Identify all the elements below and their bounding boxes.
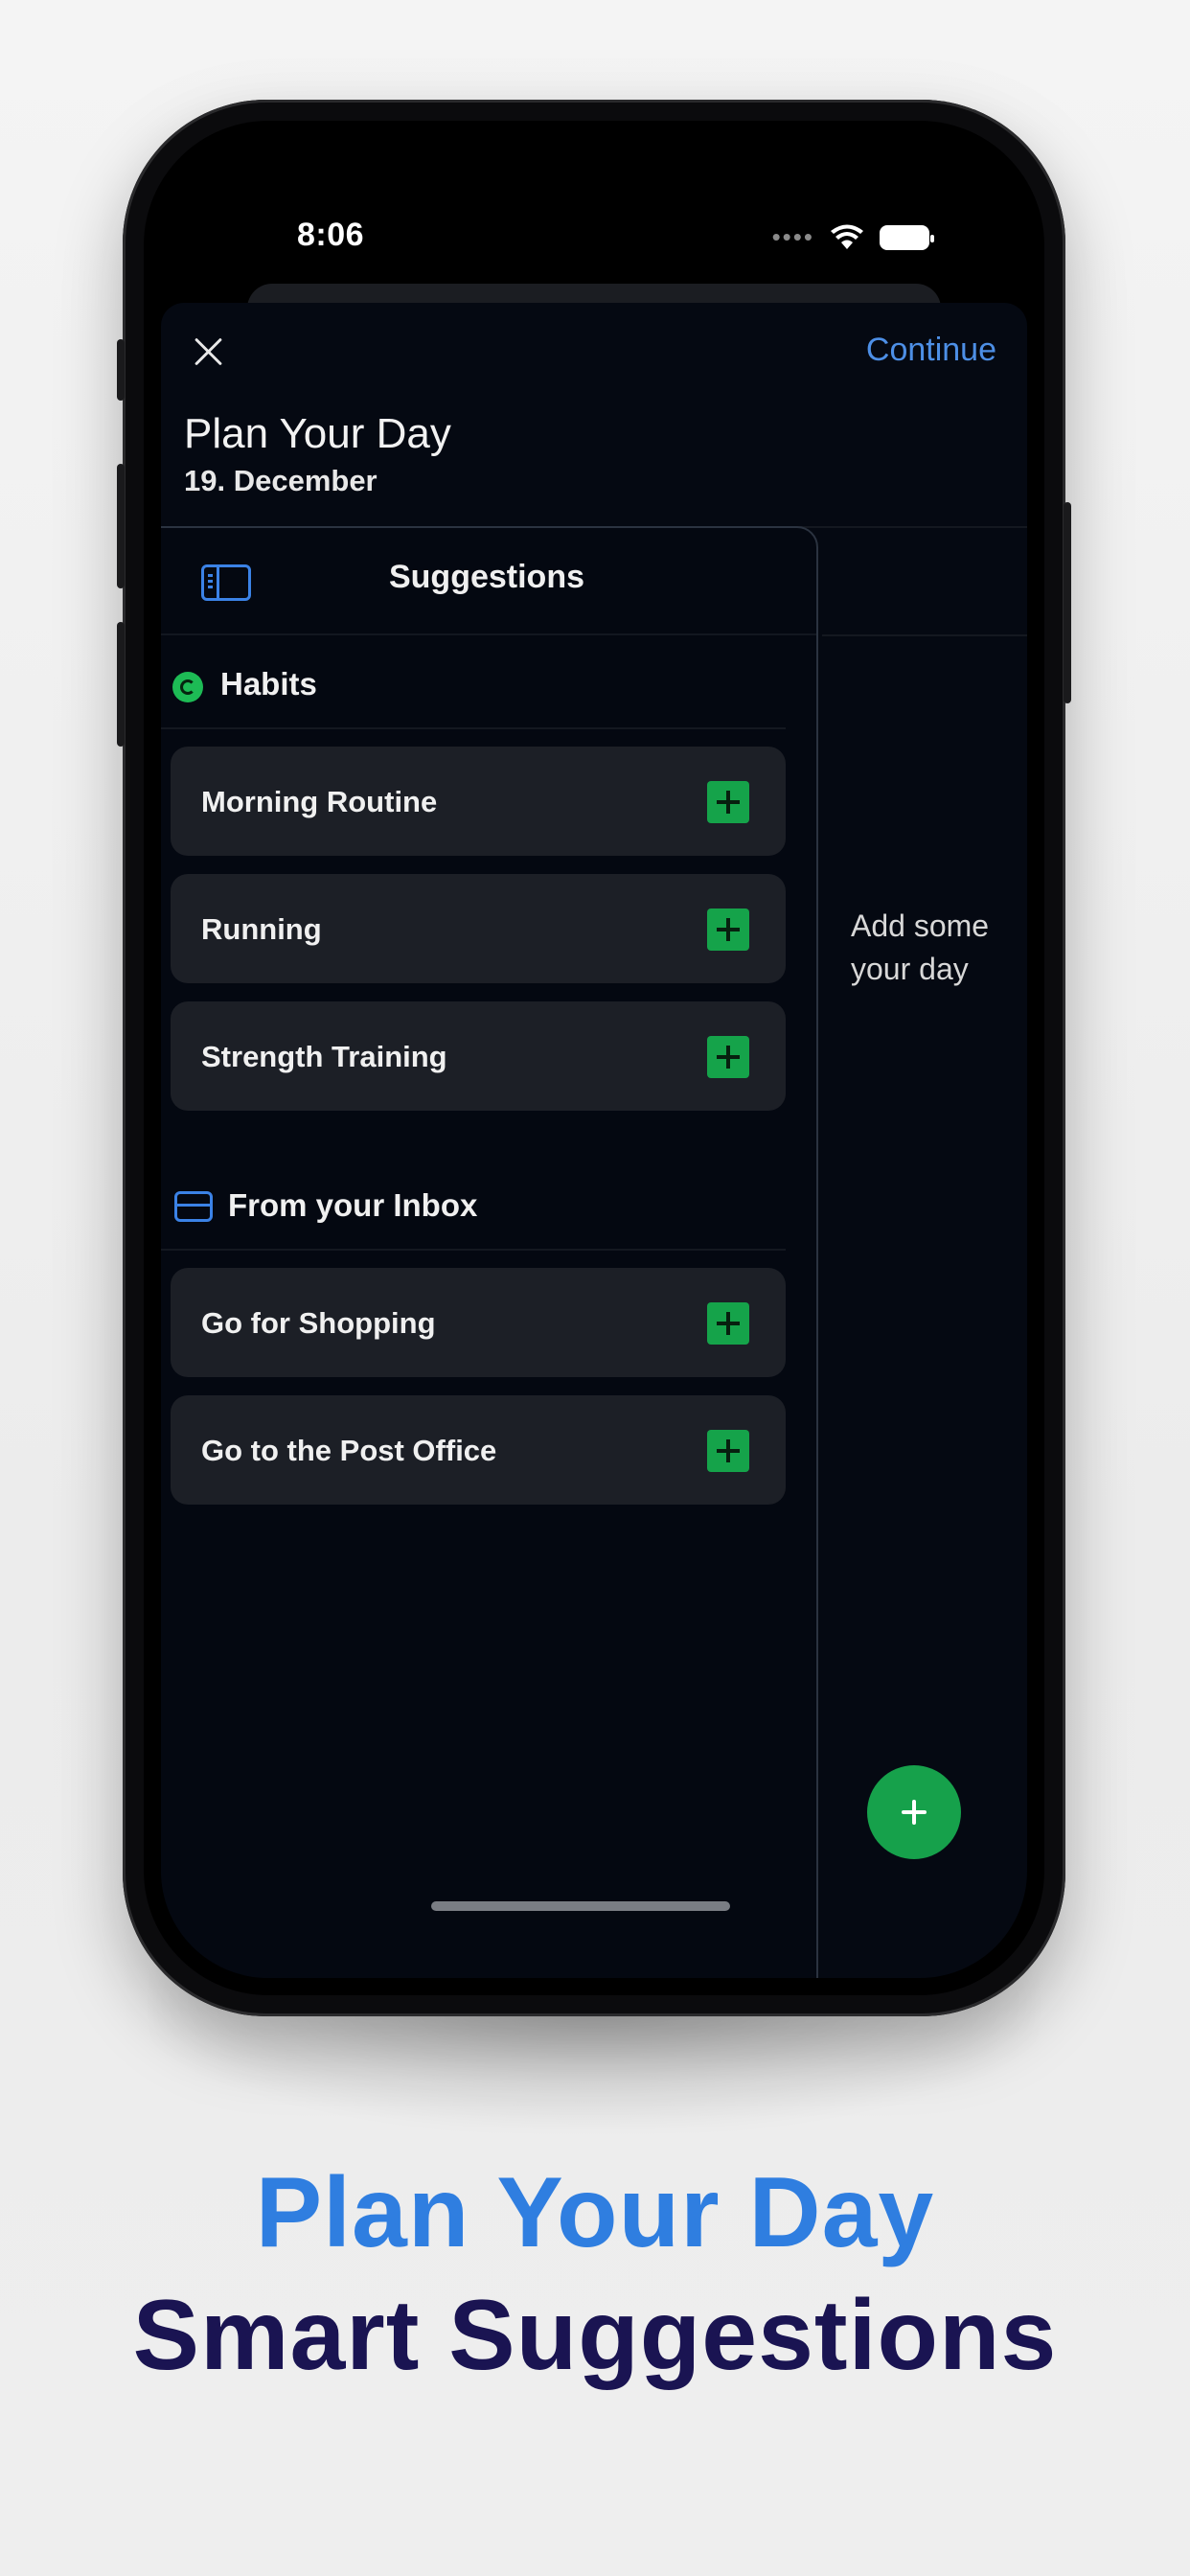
- suggestions-header: Suggestions: [161, 528, 816, 635]
- status-icons: ••••: [771, 222, 934, 252]
- timeline-divider: [822, 634, 1027, 636]
- suggestion-label: Strength Training: [201, 1040, 447, 1073]
- section-header-inbox: From your Inbox: [161, 1159, 786, 1251]
- suggestions-title: Suggestions: [388, 559, 585, 595]
- suggestion-card-running[interactable]: Running: [171, 874, 786, 983]
- volume-down-button: [117, 622, 125, 747]
- section-title-habits: Habits: [220, 666, 317, 702]
- signal-dots-icon: ••••: [771, 222, 814, 251]
- add-plus-icon[interactable]: [707, 908, 749, 951]
- section-header-habits: Habits: [161, 637, 786, 729]
- page-title: Plan Your Day: [184, 410, 451, 457]
- power-button: [1064, 502, 1071, 703]
- add-plus-icon[interactable]: [707, 1036, 749, 1078]
- caption-headline: Plan Your Day: [255, 2157, 935, 2268]
- add-plus-icon[interactable]: [707, 781, 749, 823]
- suggestion-label: Running: [201, 912, 322, 946]
- status-time: 8:06: [297, 217, 365, 253]
- page-date: 19. December: [184, 464, 378, 497]
- battery-icon: [880, 224, 934, 250]
- suggestion-card-morning-routine[interactable]: Morning Routine: [171, 747, 786, 856]
- suggestions-panel: Suggestions Habits Morning Routine Runni…: [161, 526, 818, 1978]
- suggestion-label: Go to the Post Office: [201, 1434, 497, 1467]
- close-icon[interactable]: [188, 332, 230, 374]
- suggestion-card-go-to-post-office[interactable]: Go to the Post Office: [171, 1395, 786, 1505]
- suggestion-card-strength-training[interactable]: Strength Training: [171, 1001, 786, 1111]
- add-plus-icon[interactable]: [707, 1430, 749, 1472]
- add-plus-icon[interactable]: [707, 1302, 749, 1345]
- add-task-fab-button[interactable]: [867, 1765, 961, 1859]
- suggestion-label: Go for Shopping: [201, 1306, 436, 1340]
- mute-switch: [117, 339, 125, 401]
- notch: [468, 138, 721, 182]
- wifi-icon: [831, 224, 863, 249]
- suggestion-card-go-for-shopping[interactable]: Go for Shopping: [171, 1268, 786, 1377]
- continue-button[interactable]: Continue: [866, 332, 996, 369]
- volume-up-button: [117, 464, 125, 588]
- empty-state-text: Add some your day: [851, 908, 990, 986]
- home-indicator[interactable]: [431, 1901, 730, 1911]
- phone-frame: 8:06 •••• Continue Plan Your Day 19. Dec…: [117, 100, 1071, 2016]
- suggestion-label: Morning Routine: [201, 785, 438, 818]
- habit-cycle-icon: [172, 672, 203, 702]
- plan-day-sheet: Continue Plan Your Day 19. December Add …: [161, 303, 1027, 1978]
- phone-screen: 8:06 •••• Continue Plan Your Day 19. Dec…: [161, 138, 1027, 1978]
- caption-subheadline: Smart Suggestions: [132, 2280, 1058, 2391]
- section-title-inbox: From your Inbox: [228, 1187, 478, 1223]
- inbox-icon: [174, 1191, 213, 1222]
